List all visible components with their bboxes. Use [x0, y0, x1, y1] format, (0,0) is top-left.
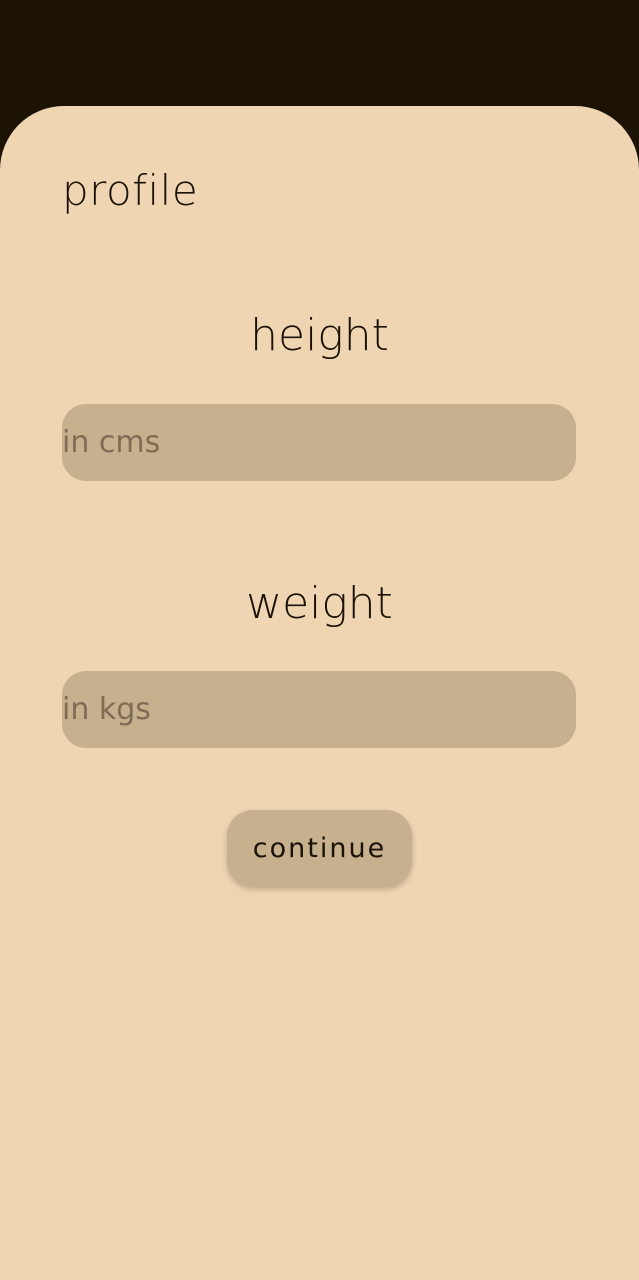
screen: profile height weight continue	[0, 0, 639, 1280]
profile-sheet: profile height weight continue	[0, 106, 639, 1280]
height-label: height	[250, 310, 389, 361]
weight-label: weight	[246, 578, 393, 629]
weight-input[interactable]	[62, 671, 576, 748]
height-input[interactable]	[62, 404, 576, 481]
continue-button[interactable]: continue	[227, 810, 412, 886]
page-title: profile	[62, 166, 199, 215]
